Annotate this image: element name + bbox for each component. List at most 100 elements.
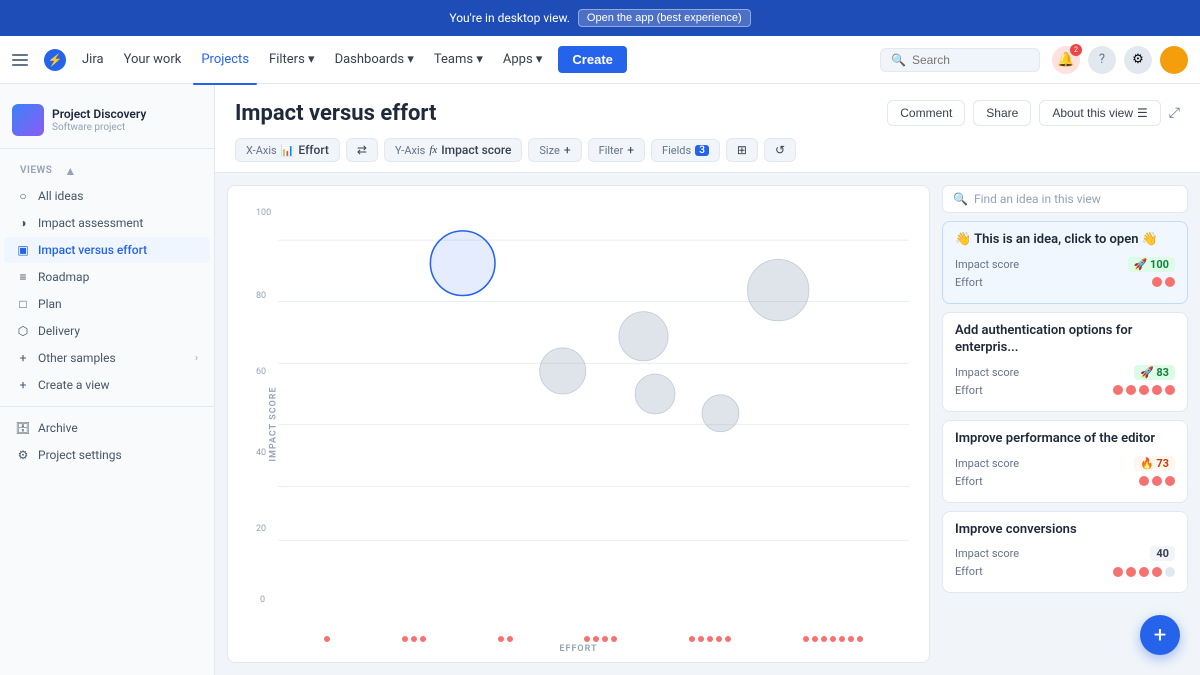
dot [716, 636, 722, 642]
dot [507, 636, 513, 642]
dot [803, 636, 809, 642]
project-icon [12, 104, 44, 136]
effort-dot [1139, 476, 1149, 486]
idea-card-2-effort-row: Effort [955, 384, 1175, 397]
y-axis-chip[interactable]: Y-Axis fx Impact score [384, 138, 522, 162]
content-area: Impact versus effort Comment Share About… [215, 84, 1200, 675]
nav-item-jira[interactable]: Jira [74, 48, 112, 71]
search-panel-icon: 🔍 [953, 192, 968, 206]
nav-item-dashboards[interactable]: Dashboards ▾ [327, 48, 422, 71]
size-chip[interactable]: Size + [528, 138, 581, 162]
x-axis-chart-label: EFFORT [559, 644, 597, 654]
banner-button[interactable]: Open the app (best experience) [578, 9, 751, 27]
about-view-button[interactable]: About this view ☰ [1039, 100, 1160, 126]
x-axis-chip[interactable]: X-Axis 📊 Effort [235, 138, 340, 162]
nav-item-apps[interactable]: Apps ▾ [495, 48, 551, 71]
roadmap-icon: ≡ [16, 270, 30, 284]
comment-button[interactable]: Comment [887, 100, 965, 126]
expand-icon[interactable]: ⤢ [1169, 105, 1180, 121]
nav-item-teams[interactable]: Teams ▾ [426, 48, 491, 71]
impact-badge-1: 🚀 100 [1128, 257, 1175, 272]
notifications-button[interactable]: 🔔 2 [1052, 46, 1080, 74]
y-tick-20: 20 [256, 524, 266, 534]
impact-label: Impact score [955, 547, 1019, 560]
filter-bar: X-Axis 📊 Effort ⇄ Y-Axis fx Impact score… [235, 138, 1180, 172]
sidebar-section-label: VIEWS [8, 161, 64, 180]
main-layout: Project Discovery Software project VIEWS… [0, 84, 1200, 675]
fields-badge: 3 [695, 145, 709, 156]
dot [498, 636, 504, 642]
idea-card-1-effort-row: Effort [955, 276, 1175, 289]
notification-badge: 2 [1070, 44, 1082, 56]
fields-label: Fields [662, 144, 691, 157]
nav-item-filters[interactable]: Filters ▾ [261, 48, 323, 71]
search-bar[interactable]: 🔍 [880, 48, 1040, 72]
sidebar-item-archive[interactable]: 🗄 Archive [4, 415, 210, 441]
idea-card-3[interactable]: Improve performance of the editor Impact… [942, 420, 1188, 503]
add-idea-fab[interactable]: + [1140, 615, 1180, 655]
idea-card-1[interactable]: 👋 This is an idea, click to open 👋 Impac… [942, 221, 1188, 304]
dot-group-2 [402, 636, 426, 642]
search-input[interactable] [912, 53, 1029, 67]
y-axis-label: Y-Axis [395, 144, 425, 157]
chevron-right-icon: › [195, 353, 198, 364]
x-axis-label: X-Axis [246, 144, 277, 157]
idea-card-4-effort-row: Effort [955, 565, 1175, 578]
effort-dots-4 [1113, 567, 1175, 577]
sidebar-item-all-ideas[interactable]: ○ All ideas [4, 183, 210, 209]
nav-item-your-work[interactable]: Your work [116, 48, 190, 71]
idea-card-3-effort-row: Effort [955, 475, 1175, 488]
idea-card-4[interactable]: Improve conversions Impact score 40 Effo… [942, 511, 1188, 594]
effort-dot [1113, 385, 1123, 395]
effort-dot [1113, 567, 1123, 577]
sidebar-item-label: Roadmap [38, 270, 89, 284]
effort-dot [1139, 567, 1149, 577]
share-button[interactable]: Share [973, 100, 1031, 126]
swap-icon: ⇄ [357, 143, 367, 157]
dot [848, 636, 854, 642]
sidebar-item-create-view[interactable]: + Create a view [4, 372, 210, 398]
idea-card-2[interactable]: Add authentication options for enterpris… [942, 312, 1188, 412]
sidebar-item-other-samples[interactable]: + Other samples › [4, 345, 210, 371]
effort-dots-3 [1139, 476, 1175, 486]
create-button[interactable]: Create [558, 46, 626, 73]
dot-group-5 [689, 636, 731, 642]
effort-label: Effort [955, 276, 983, 289]
idea-search[interactable]: 🔍 Find an idea in this view [942, 185, 1188, 213]
delivery-icon: ⬡ [16, 324, 30, 338]
banner-text: You're in desktop view. [449, 11, 570, 25]
help-button[interactable]: ? [1088, 46, 1116, 74]
refresh-button[interactable]: ↺ [764, 138, 796, 162]
project-header: Project Discovery Software project [0, 96, 214, 149]
nav-item-projects[interactable]: Projects [193, 48, 257, 71]
sidebar-item-plan[interactable]: □ Plan [4, 291, 210, 317]
effort-label: Effort [955, 565, 983, 578]
user-avatar[interactable] [1160, 46, 1188, 74]
dot [584, 636, 590, 642]
dot [689, 636, 695, 642]
size-plus-icon: + [564, 143, 571, 157]
effort-dot [1152, 476, 1162, 486]
sidebar-item-delivery[interactable]: ⬡ Delivery [4, 318, 210, 344]
sidebar-toggle[interactable]: ▲ [64, 164, 76, 178]
sidebar-item-impact-versus-effort[interactable]: ▣ Impact versus effort [4, 237, 210, 263]
dot-group-1 [324, 636, 330, 642]
chart-panel: IMPACT SCORE EFFORT 100 80 60 40 20 0 [215, 173, 1200, 675]
hamburger-menu[interactable] [12, 48, 36, 72]
swap-button[interactable]: ⇄ [346, 138, 378, 162]
sidebar-item-project-settings[interactable]: ⚙ Project settings [4, 442, 210, 468]
page-header: Impact versus effort Comment Share About… [215, 84, 1200, 173]
filter-chip[interactable]: Filter + [588, 138, 645, 162]
sidebar-item-label: Impact versus effort [38, 243, 147, 257]
impact-badge-2: 🚀 83 [1134, 365, 1175, 380]
page-title: Impact versus effort [235, 101, 436, 126]
fields-chip[interactable]: Fields 3 [651, 139, 720, 162]
settings-button[interactable]: ⚙ [1124, 46, 1152, 74]
bar-chart-icon: 📊 [281, 144, 295, 157]
add-view-icon: + [16, 378, 30, 392]
plan-icon: □ [16, 297, 30, 311]
table-view-button[interactable]: ⊞ [726, 138, 758, 162]
idea-card-4-title: Improve conversions [955, 522, 1175, 539]
sidebar-item-impact-assessment[interactable]: ◑ Impact assessment [4, 210, 210, 236]
sidebar-item-roadmap[interactable]: ≡ Roadmap [4, 264, 210, 290]
